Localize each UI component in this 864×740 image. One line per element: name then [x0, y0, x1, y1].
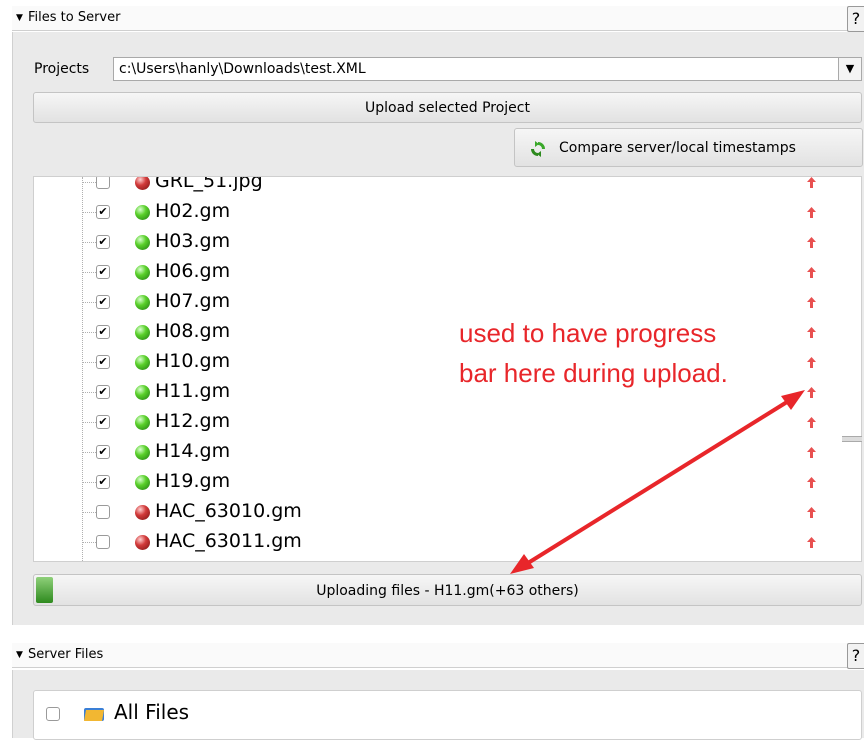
help-button[interactable]: ?	[847, 643, 864, 669]
server-files-header[interactable]: ▼ Server Files ?	[12, 643, 864, 669]
all-files-label: All Files	[114, 700, 190, 724]
server-file-tree[interactable]: All Files	[33, 690, 862, 740]
all-files-checkbox[interactable]	[46, 707, 60, 721]
annotation-arrow	[510, 390, 805, 574]
panel-title: Server Files	[28, 647, 104, 662]
folder-icon	[84, 708, 104, 721]
collapse-arrow-icon[interactable]: ▼	[16, 650, 23, 660]
